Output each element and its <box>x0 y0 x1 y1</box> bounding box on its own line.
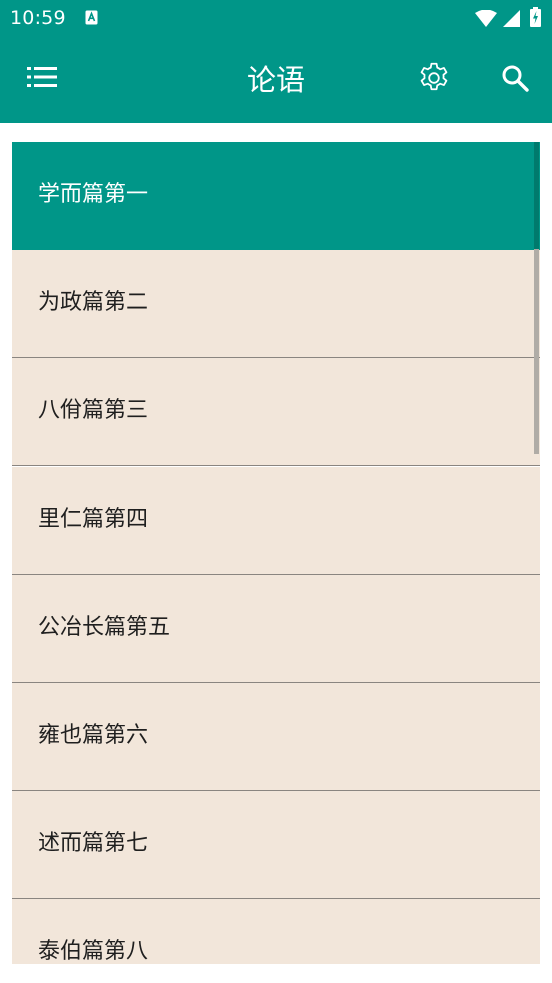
chapter-item-8[interactable]: 泰伯篇第八 <box>12 899 540 964</box>
chapter-label: 学而篇第一 <box>38 182 149 207</box>
notification-icon <box>85 10 98 25</box>
chapter-item-3[interactable]: 八佾篇第三 <box>12 358 540 466</box>
chapter-label: 里仁篇第四 <box>38 507 149 532</box>
chapter-label: 述而篇第七 <box>38 831 149 856</box>
scrollbar-thumb-highlight <box>534 142 539 249</box>
settings-button[interactable] <box>413 59 455 101</box>
chapter-label: 公冶长篇第五 <box>38 615 171 640</box>
status-time: 10:59 <box>10 7 66 29</box>
status-bar: 10:59 <box>0 0 552 36</box>
chapter-label: 雍也篇第六 <box>38 723 149 748</box>
wifi-icon <box>475 9 497 31</box>
battery-icon <box>530 7 541 31</box>
chapter-label: 八佾篇第三 <box>38 398 149 423</box>
chapter-label: 为政篇第二 <box>38 290 149 315</box>
cell-signal-icon <box>503 10 520 31</box>
chapter-item-1[interactable]: 学而篇第一 <box>12 142 540 250</box>
chapter-item-5[interactable]: 公冶长篇第五 <box>12 575 540 683</box>
search-icon <box>501 64 529 96</box>
settings-gear-icon <box>416 60 452 100</box>
chapter-item-6[interactable]: 雍也篇第六 <box>12 683 540 791</box>
search-button[interactable] <box>494 59 536 101</box>
app-bar: 论语 <box>0 36 552 123</box>
bottom-strip <box>0 964 552 983</box>
chapter-list: 学而篇第一 为政篇第二 八佾篇第三 里仁篇第四 公冶长篇第五 雍也篇第六 述而篇… <box>12 142 540 964</box>
chapter-item-2[interactable]: 为政篇第二 <box>12 250 540 358</box>
app-title: 论语 <box>246 63 305 97</box>
chapter-item-7[interactable]: 述而篇第七 <box>12 791 540 899</box>
list-scrollbar[interactable] <box>534 142 539 454</box>
chapter-item-4[interactable]: 里仁篇第四 <box>12 467 540 575</box>
chapter-label: 泰伯篇第八 <box>38 939 149 964</box>
